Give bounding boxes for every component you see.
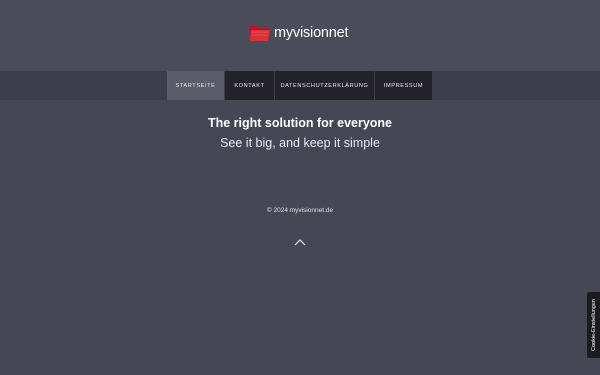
logo-text: myvisionnet [274, 25, 349, 41]
cookie-settings-button[interactable]: Cookie-Einstellungen [587, 292, 600, 358]
hero-subtitle: See it big, and keep it simple [220, 136, 380, 150]
nav-menu: STARTSEITE KONTAKT DATENSCHUTZERKLÄRUNG … [167, 71, 432, 100]
copyright-text: © 2024 myvisionnet.de [266, 207, 334, 214]
cookie-settings-label: Cookie-Einstellungen [590, 299, 597, 351]
hero-title: The right solution for everyone [207, 116, 393, 130]
page: myvisionnet STARTSEITE KONTAKT DATENSCHU… [0, 0, 600, 375]
main-navigation: STARTSEITE KONTAKT DATENSCHUTZERKLÄRUNG … [0, 71, 600, 100]
nav-item-impressum[interactable]: IMPRESSUM [375, 71, 432, 100]
nav-item-startseite[interactable]: STARTSEITE [167, 71, 225, 100]
folder-icon [250, 26, 270, 41]
chevron-up-icon[interactable] [292, 236, 308, 248]
nav-item-kontakt[interactable]: KONTAKT [225, 71, 275, 100]
site-header: myvisionnet [0, 0, 600, 71]
site-logo[interactable]: myvisionnet [248, 20, 349, 46]
nav-item-datenschutzerklaerung[interactable]: DATENSCHUTZERKLÄRUNG [275, 71, 375, 100]
